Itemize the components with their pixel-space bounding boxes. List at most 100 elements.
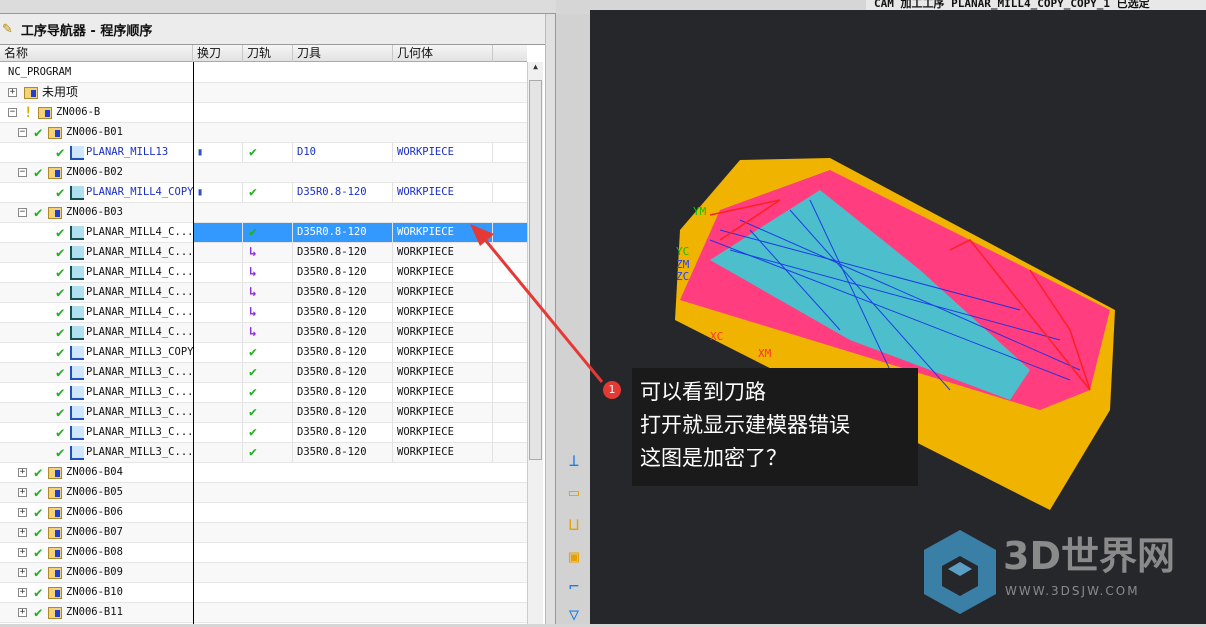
toolpath-ok-icon: ✔ <box>249 445 257 460</box>
toolpath-cell: ✔ <box>243 403 293 422</box>
planar-mill-icon <box>70 226 84 240</box>
group-row[interactable]: + 未用项 <box>0 83 527 103</box>
status-bar: CAM 加工工序 PLANAR_MILL4_COPY_COPY_1 已选定 <box>866 0 1206 10</box>
group-row[interactable]: + ✔ ZN006-B07 <box>0 523 527 543</box>
operation-row[interactable]: ✔ PLANAR_MILL13 ▮ ✔ D10 WORKPIECE <box>0 143 527 163</box>
panel-splitter[interactable] <box>545 14 556 624</box>
program-folder-icon <box>48 607 62 619</box>
operation-row[interactable]: ✔ PLANAR_MILL3_C... ✔ D35R0.8-120 WORKPIE… <box>0 403 527 423</box>
expand-icon[interactable]: + <box>18 488 27 497</box>
check-icon: ✔ <box>56 285 65 301</box>
column-tool[interactable]: 刀具 <box>293 45 393 62</box>
check-icon: ✔ <box>56 265 65 281</box>
group-row[interactable]: + ✔ ZN006-B06 <box>0 503 527 523</box>
vertical-scrollbar[interactable]: ▲ <box>527 62 543 624</box>
tool-holder-icon[interactable]: ▭ <box>563 482 585 504</box>
group-row[interactable]: + ✔ ZN006-B09 <box>0 563 527 583</box>
operation-row[interactable]: ✔ PLANAR_MILL4_C... ↳ D35R0.8-120 WORKPIE… <box>0 263 527 283</box>
watermark-logo-icon <box>924 530 996 614</box>
column-tool-change[interactable]: 换刀 <box>193 45 243 62</box>
column-geometry[interactable]: 几何体 <box>393 45 493 62</box>
expand-icon[interactable]: + <box>18 548 27 557</box>
expand-icon[interactable]: + <box>18 588 27 597</box>
column-name[interactable]: 名称 <box>0 45 193 62</box>
group-row[interactable]: − ✔ ZN006-B02 <box>0 163 527 183</box>
operation-row[interactable]: ✔ PLANAR_MILL3_C... ✔ D35R0.8-120 WORKPIE… <box>0 363 527 383</box>
toolpath-regenerate-icon: ↳ <box>249 305 257 320</box>
tool-change-cell <box>193 443 243 462</box>
expand-icon[interactable]: + <box>18 468 27 477</box>
collapse-icon[interactable]: − <box>18 128 27 137</box>
operation-row[interactable]: ✔ PLANAR_MILL4_COPY ▮ ✔ D35R0.8-120 WORKP… <box>0 183 527 203</box>
scroll-up-icon[interactable]: ▲ <box>528 62 543 71</box>
check-icon: ✔ <box>56 185 65 201</box>
planar-mill-icon <box>70 306 84 320</box>
scrollbar-thumb[interactable] <box>529 80 542 460</box>
axis-label: YC <box>676 245 689 258</box>
operation-row[interactable]: ✔ PLANAR_MILL3_C... ✔ D35R0.8-120 WORKPIE… <box>0 443 527 463</box>
geometry-cell: WORKPIECE <box>393 403 493 422</box>
operation-row[interactable]: ✔ PLANAR_MILL3_C... ✔ D35R0.8-120 WORKPIE… <box>0 423 527 443</box>
planar-mill-icon <box>70 446 84 460</box>
tool-change-cell <box>193 303 243 322</box>
geometry-cell: WORKPIECE <box>393 243 493 262</box>
toolpath-cell: ✔ <box>243 383 293 402</box>
tool-change-cell <box>193 403 243 422</box>
tool-change-cell: ▮ <box>193 143 243 162</box>
tool-cell: D35R0.8-120 <box>293 223 393 242</box>
pocket-icon[interactable]: ⊔ <box>563 514 585 536</box>
group-row[interactable]: + ✔ ZN006-B11 <box>0 603 527 623</box>
expand-icon[interactable]: + <box>18 528 27 537</box>
collapse-icon[interactable]: − <box>18 168 27 177</box>
operation-row[interactable]: ✔ PLANAR_MILL4_C... ↳ D35R0.8-120 WORKPIE… <box>0 243 527 263</box>
drill-icon[interactable]: ▽ <box>563 604 585 626</box>
program-folder-icon <box>48 587 62 599</box>
operation-row[interactable]: ✔ PLANAR_MILL4_C... ✔ D35R0.8-120 WORKPIE… <box>0 223 527 243</box>
group-row[interactable]: NC_PROGRAM <box>0 63 527 83</box>
group-row[interactable]: + ✔ ZN006-B04 <box>0 463 527 483</box>
operation-row[interactable]: ✔ PLANAR_MILL3_COPY ✔ D35R0.8-120 WORKPIE… <box>0 343 527 363</box>
operation-row[interactable]: ✔ PLANAR_MILL4_C... ↳ D35R0.8-120 WORKPIE… <box>0 303 527 323</box>
geometry-cell: WORKPIECE <box>393 283 493 302</box>
operation-row[interactable]: ✔ PLANAR_MILL3_C... ✔ D35R0.8-120 WORKPIE… <box>0 383 527 403</box>
planar-mill-icon <box>70 326 84 340</box>
step-icon[interactable]: ⌐ <box>563 576 585 598</box>
toolpath-regenerate-icon: ↳ <box>249 285 257 300</box>
expand-icon[interactable]: + <box>18 608 27 617</box>
row-name: ZN006-B11 <box>66 606 123 618</box>
operation-row[interactable]: ✔ PLANAR_MILL4_C... ↳ D35R0.8-120 WORKPIE… <box>0 323 527 343</box>
group-row[interactable]: + ✔ ZN006-B05 <box>0 483 527 503</box>
tool-cell: D35R0.8-120 <box>293 363 393 382</box>
collapse-icon[interactable]: − <box>18 208 27 217</box>
check-icon: ✔ <box>34 465 43 481</box>
axis-label: XM <box>758 347 772 360</box>
program-folder-icon <box>48 207 62 219</box>
toolpath-cell: ✔ <box>243 443 293 462</box>
toolpath-cell: ✔ <box>243 363 293 382</box>
operation-row[interactable]: ✔ PLANAR_MILL4_C... ↳ D35R0.8-120 WORKPIE… <box>0 283 527 303</box>
row-cells: ↳ D35R0.8-120 WORKPIECE <box>193 263 527 282</box>
row-name: ZN006-B04 <box>66 466 123 478</box>
group-row[interactable]: + ✔ ZN006-B10 <box>0 583 527 603</box>
row-cells: ↳ D35R0.8-120 WORKPIECE <box>193 283 527 302</box>
group-row[interactable]: − ✔ ZN006-B01 <box>0 123 527 143</box>
row-cells: ✔ D35R0.8-120 WORKPIECE <box>193 383 527 402</box>
group-row[interactable]: −! ZN006-B <box>0 103 527 123</box>
group-row[interactable]: − ✔ ZN006-B03 <box>0 203 527 223</box>
planar-mill-icon <box>70 286 84 300</box>
check-icon: ✔ <box>34 505 43 521</box>
expand-icon[interactable]: + <box>18 508 27 517</box>
csys-icon[interactable]: ⊥ <box>563 450 585 472</box>
group-row[interactable]: + ✔ ZN006-B08 <box>0 543 527 563</box>
toolpath-ok-icon: ✔ <box>249 405 257 420</box>
program-folder-icon <box>38 107 52 119</box>
planar-mill-icon <box>70 426 84 440</box>
boss-icon[interactable]: ▣ <box>563 546 585 568</box>
expand-icon[interactable]: + <box>18 568 27 577</box>
planar-mill-icon <box>70 146 84 160</box>
collapse-icon[interactable]: − <box>8 108 17 117</box>
top-band <box>0 0 556 14</box>
column-toolpath[interactable]: 刀轨 <box>243 45 293 62</box>
expand-icon[interactable]: + <box>8 88 17 97</box>
graphics-viewport[interactable]: YM YC ZM ZC XC XM <box>590 10 1206 624</box>
